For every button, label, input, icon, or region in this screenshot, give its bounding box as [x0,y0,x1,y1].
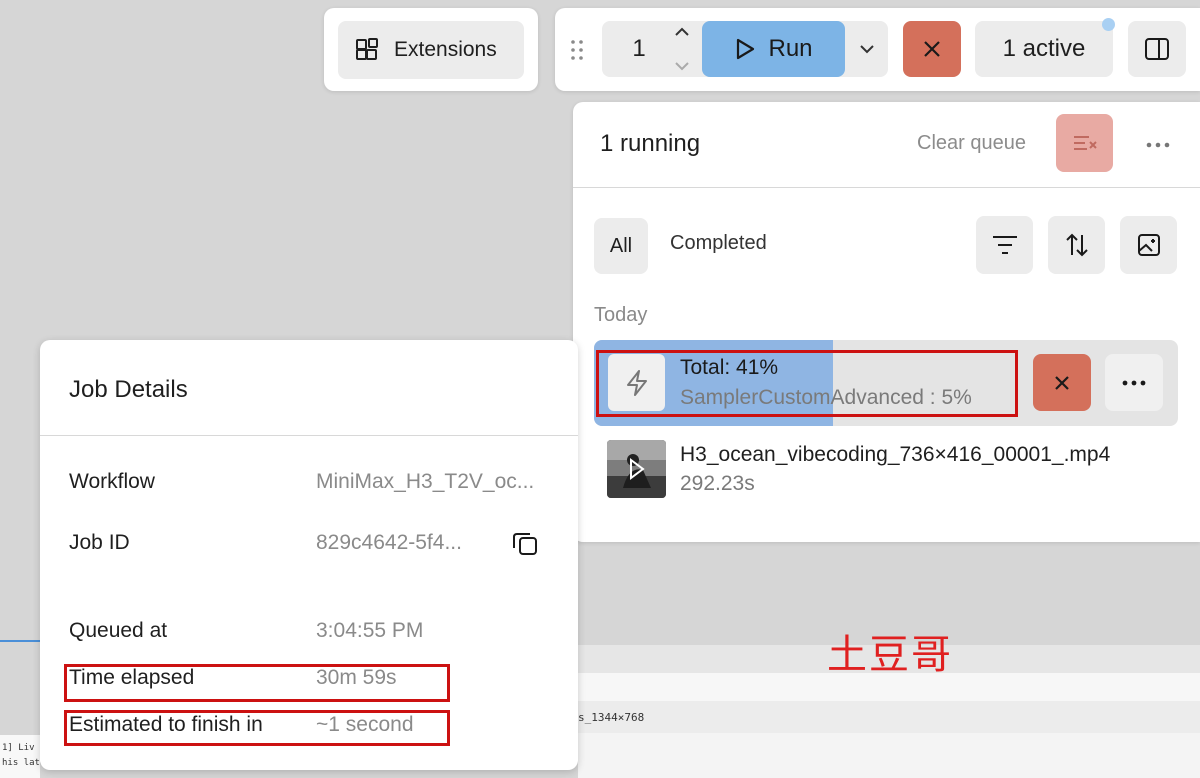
log-line: 1] Liv [2,743,35,753]
extensions-panel: Extensions [324,8,538,91]
highlight-box [64,664,450,702]
sidebar-panel-icon [1145,38,1169,60]
clear-list-icon [1073,136,1097,150]
queued-at-label: Queued at [69,619,168,642]
section-today: Today [594,304,648,326]
job-details-divider [40,435,578,436]
background-bottom [578,733,1200,778]
queue-divider [573,187,1200,188]
image-sparkle-icon [1137,234,1160,256]
batch-count-input[interactable]: 1 [624,21,654,77]
workflow-label: Workflow [69,470,155,493]
run-button[interactable]: Run [702,21,845,77]
highlight-box [596,350,1018,417]
video-thumbnail[interactable] [607,440,666,498]
sort-icon [1065,233,1088,257]
highlight-box [64,710,450,746]
cancel-job-button[interactable] [1033,354,1091,411]
extensions-icon [354,37,380,63]
filter-icon [992,236,1017,254]
close-icon [1055,375,1069,390]
job-details-panel: Job Details Workflow MiniMax_H3_T2V_oc..… [40,340,578,770]
filter-button[interactable] [976,216,1033,274]
run-label: Run [768,35,813,62]
job-id-value: 829c4642-5f4... [316,531,462,554]
watermark: 土豆哥 [827,632,953,678]
background-row [578,701,1200,733]
clear-queue-label[interactable]: Clear queue [917,132,1026,155]
queued-at-value: 3:04:55 PM [316,619,424,642]
gallery-button[interactable] [1120,216,1177,274]
background-filename: s_1344×768 [578,711,645,724]
queue-panel: 1 running Clear queue All Completed Toda… [573,102,1200,542]
workflow-value: MiniMax_H3_T2V_oc... [316,470,535,493]
log-panel [0,735,40,778]
completed-job-name: H3_ocean_vibecoding_736×416_00001_.mp4 [680,443,1111,466]
log-line: his late [2,758,46,768]
running-count: 1 running [600,130,701,157]
play-icon [737,38,755,60]
background-accent-line [0,640,40,642]
extensions-label: Extensions [394,38,497,61]
tab-completed[interactable]: Completed [670,232,767,255]
batch-stepper[interactable] [670,25,694,73]
job-details-title: Job Details [69,376,188,403]
activity-indicator [1102,18,1115,31]
queue-more-options-icon[interactable] [1143,130,1173,160]
job-id-label: Job ID [69,531,130,554]
copy-icon[interactable] [510,528,540,558]
toggle-panel-button[interactable] [1128,21,1186,77]
close-icon [924,41,940,57]
active-jobs-button[interactable]: 1 active [975,21,1113,77]
tab-all[interactable]: All [594,218,648,274]
clear-queue-button[interactable] [1056,114,1113,172]
run-toolbar: 1 Run 1 active [555,8,1200,91]
chevron-down-icon[interactable] [672,59,692,73]
chevron-up-icon[interactable] [672,25,692,39]
chevron-down-icon [860,45,874,54]
completed-job-duration: 292.23s [680,472,755,495]
extensions-button[interactable]: Extensions [338,21,524,79]
stop-button[interactable] [903,21,961,77]
run-options-dropdown[interactable] [850,21,884,77]
job-more-button[interactable] [1105,354,1163,411]
more-options-icon [1122,380,1146,385]
drag-handle-icon[interactable] [569,38,585,62]
batch-count-group: 1 Run [602,21,888,77]
sort-button[interactable] [1048,216,1105,274]
